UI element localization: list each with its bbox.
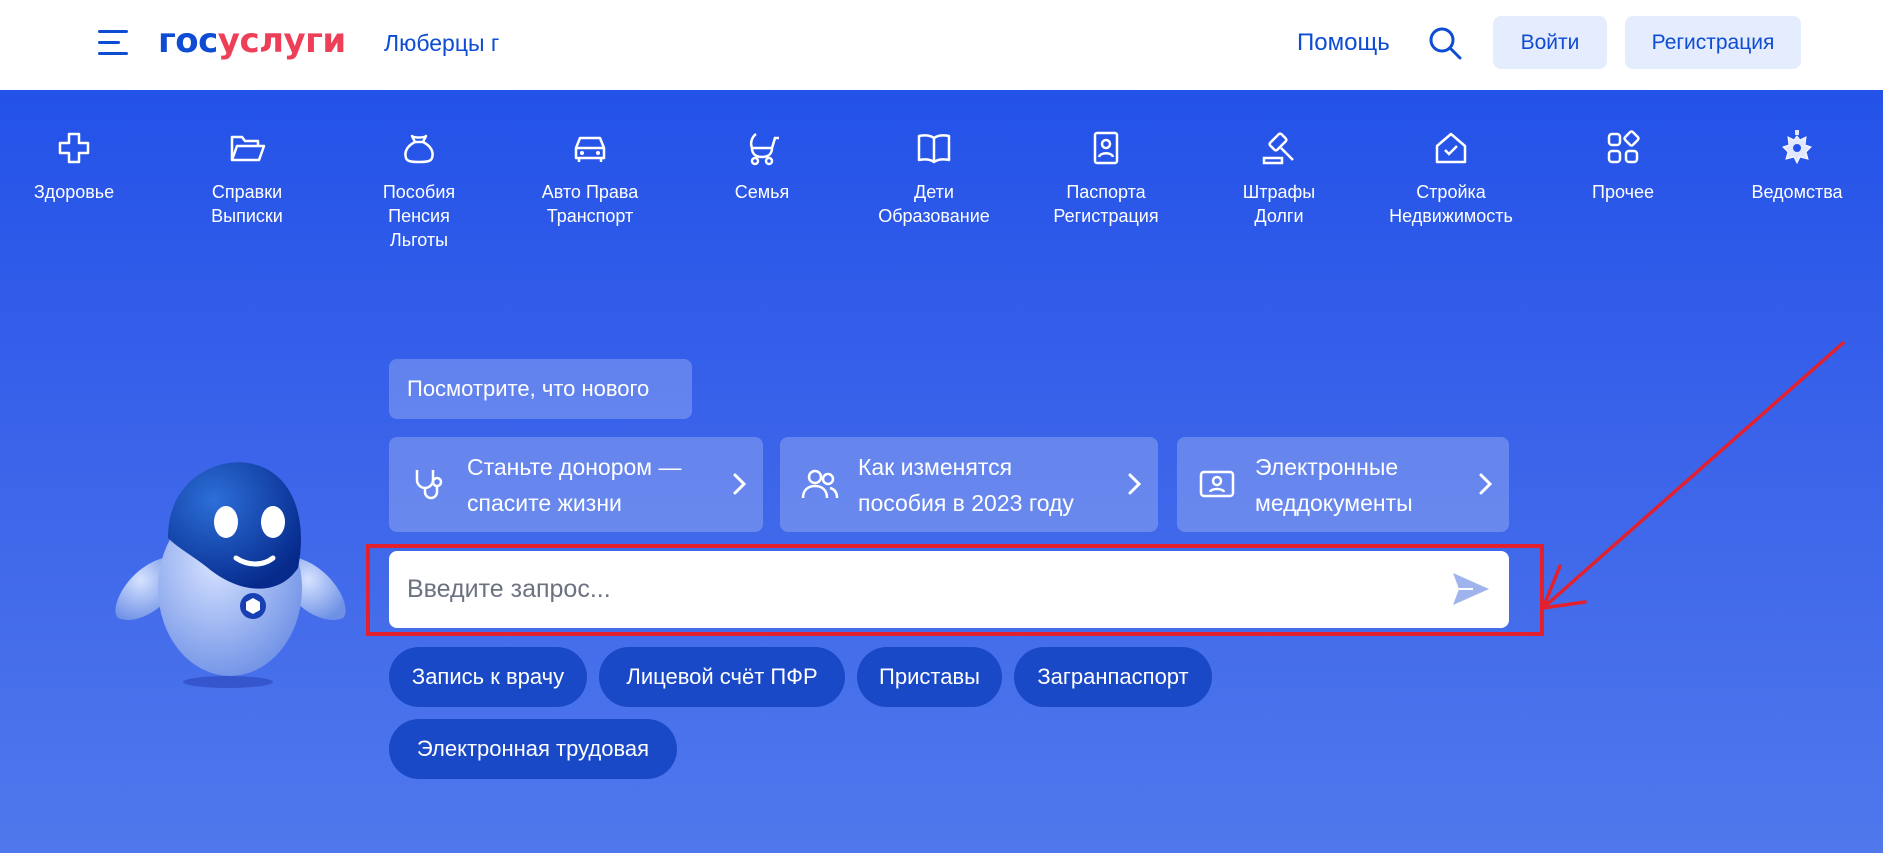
money-bag-icon [404,134,434,164]
passport-icon [1093,131,1119,165]
category-label: Прочее [1592,182,1654,202]
hero-section: Здоровье Справки Выписки Пособия Пенсия … [0,90,1883,853]
category-property[interactable]: Стройка Недвижимость [1371,128,1531,228]
grid-icon [1607,130,1640,164]
menu-icon[interactable] [98,30,130,56]
chevron-right-icon [1479,473,1493,495]
chip-pfr-account[interactable]: Лицевой счёт ПФР [599,647,845,707]
health-cross-icon [58,132,90,164]
category-other[interactable]: Прочее [1543,128,1703,204]
category-agencies[interactable]: Ведомства [1717,128,1877,204]
category-label: Дети Образование [878,182,990,226]
chip-foreign-passport[interactable]: Загранпаспорт [1014,647,1212,707]
category-fines[interactable]: Штрафы Долги [1199,128,1359,228]
search-icon[interactable] [1428,26,1462,60]
gosuslugi-logo[interactable]: госуслуги [158,18,346,64]
chevron-right-icon [1128,473,1142,495]
category-label: Авто Права Транспорт [541,182,639,226]
category-label: Семья [734,182,790,202]
site-header: госуслуги Люберцы г Помощь Войти Регистр… [0,0,1883,90]
category-label: Паспорта Регистрация [1053,182,1159,226]
category-benefits[interactable]: Пособия Пенсия Льготы [339,128,499,252]
category-label: Стройка Недвижимость [1389,182,1513,226]
robot-mascot [115,462,346,688]
people-icon [801,469,839,499]
chip-bailiffs[interactable]: Приставы [857,647,1002,707]
annotation-frame [366,544,1544,636]
category-family[interactable]: Семья [682,128,842,204]
city-selector[interactable]: Люберцы г [384,28,499,58]
category-label: Здоровье [33,182,115,202]
house-icon [1435,132,1467,164]
category-documents[interactable]: Справки Выписки [167,128,327,228]
chevron-right-icon [733,473,747,495]
category-label: Справки Выписки [211,182,283,226]
category-passports[interactable]: Паспорта Регистрация [1026,128,1186,228]
category-label: Пособия Пенсия Льготы [382,182,456,250]
card-text: Как изменятся пособия в 2023 году [858,454,1074,516]
category-children[interactable]: Дети Образование [854,128,1014,228]
card-text: Станьте донором — спасите жизни [467,454,682,516]
category-health[interactable]: Здоровье [0,128,154,204]
category-label: Ведомства [1751,182,1843,202]
id-card-icon [1199,470,1235,498]
stethoscope-icon [415,470,443,500]
chip-doctor-appointment[interactable]: Запись к врачу [389,647,587,707]
med-documents-card[interactable]: Электронные меддокументы [1177,437,1509,532]
gavel-icon [1262,132,1294,165]
register-button[interactable]: Регистрация [1625,16,1801,69]
category-auto[interactable]: Авто Права Транспорт [510,128,670,228]
category-label: Штрафы Долги [1242,182,1316,226]
book-icon [917,134,951,164]
benefits-2023-card[interactable]: Как изменятся пособия в 2023 году [780,437,1158,532]
donor-card[interactable]: Станьте донором — спасите жизни [389,437,763,532]
folder-icon [230,135,266,162]
help-link[interactable]: Помощь [1297,27,1390,59]
login-button[interactable]: Войти [1493,16,1607,69]
card-text: Электронные меддокументы [1255,454,1413,516]
annotation-arrow [1541,341,1845,610]
chip-electronic-workbook[interactable]: Электронная трудовая [389,719,677,779]
whats-new-button[interactable]: Посмотрите, что нового [389,359,692,419]
car-icon [574,136,606,162]
stroller-icon [749,132,779,166]
coat-of-arms-icon [1782,130,1812,165]
